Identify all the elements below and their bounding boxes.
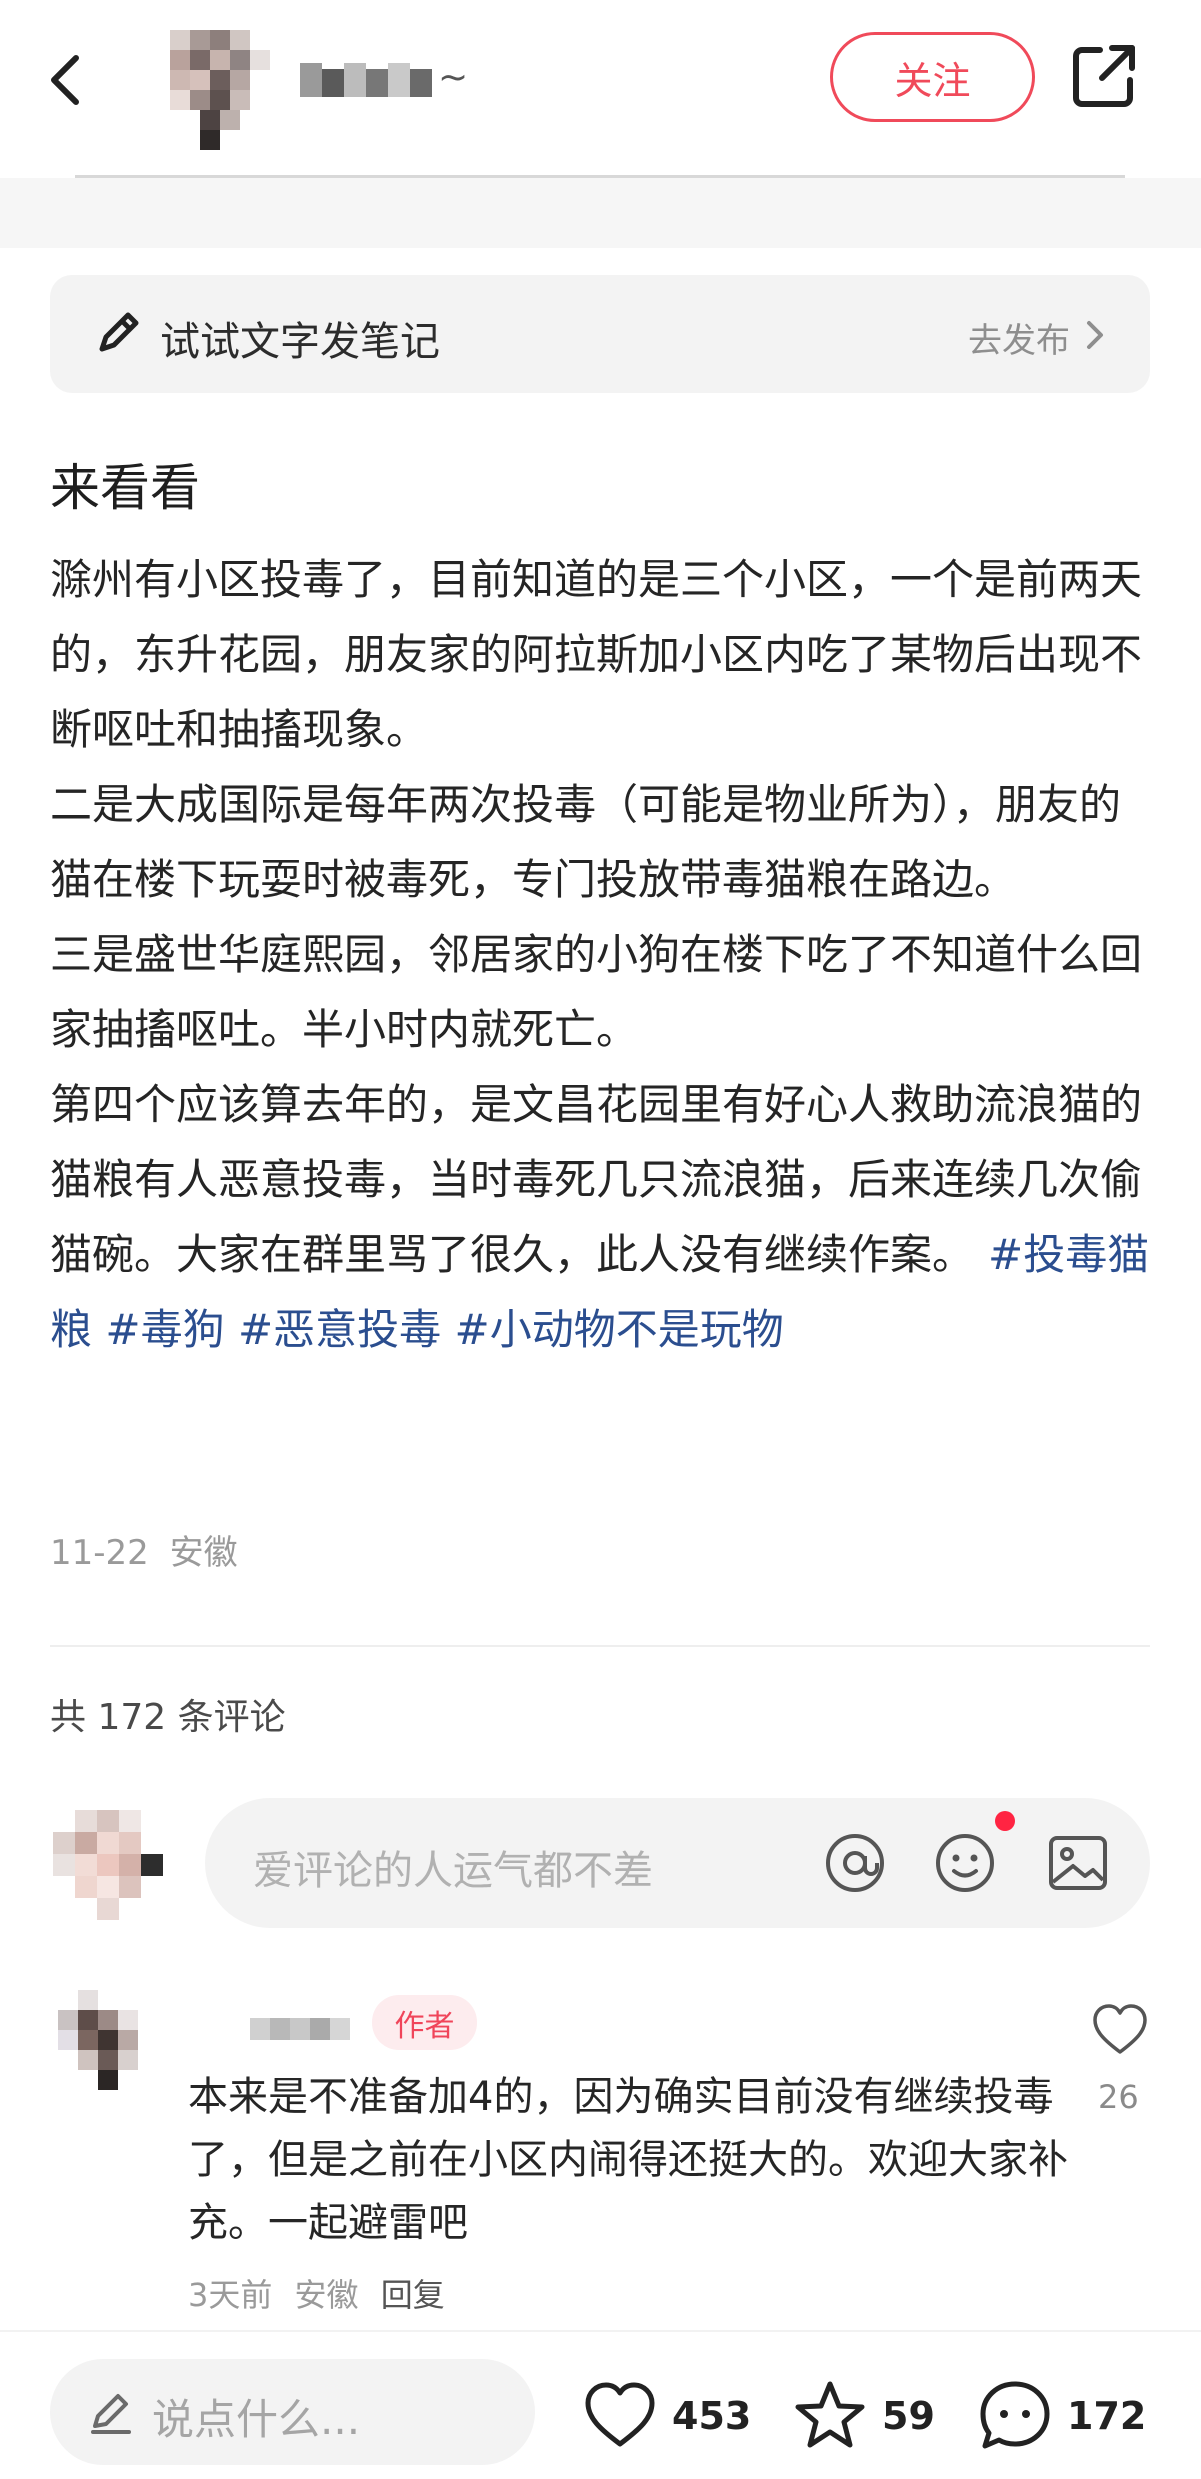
- write-note-label: 试试文字发笔记: [160, 319, 440, 365]
- nickname-suffix: ~: [438, 57, 469, 98]
- comment-like-count: 26: [1098, 2078, 1139, 2116]
- pen-icon: [91, 2394, 131, 2434]
- post-meta: 11-22 安徽: [50, 1525, 238, 1574]
- pencil-icon: [99, 312, 139, 352]
- like-count: 453: [672, 2394, 752, 2438]
- comment-input-placeholder: 爱评论的人运气都不差: [253, 1848, 653, 1894]
- bottom-action-bar: 说点什么... 453 59 172: [0, 2330, 1201, 2479]
- top-bar: ~ 关注: [0, 0, 1201, 160]
- heart-icon: [585, 2382, 655, 2447]
- follow-button[interactable]: 关注: [830, 32, 1035, 122]
- comment-count-bottom: 172: [1067, 2394, 1147, 2438]
- notification-dot: [995, 1811, 1015, 1831]
- star-icon: [795, 2381, 865, 2448]
- comment-location: 安徽: [294, 2276, 359, 2314]
- comment-bubble-icon: [980, 2381, 1050, 2449]
- post-location: 安徽: [169, 1533, 238, 1573]
- collect-count: 59: [882, 2394, 935, 2438]
- publish-link[interactable]: 去发布: [968, 313, 1070, 362]
- heart-icon[interactable]: [1090, 2000, 1150, 2060]
- hashtag-link[interactable]: #毒狗: [105, 1305, 224, 1354]
- bottom-input-placeholder: 说点什么...: [152, 2395, 361, 2444]
- post-body: 滁州有小区投毒了，目前知道的是三个小区，一个是前两天的，东升花园，朋友家的阿拉斯…: [50, 542, 1160, 1367]
- author-nickname[interactable]: ~: [300, 55, 480, 105]
- share-external-icon: [1073, 45, 1135, 107]
- comment-text[interactable]: 本来是不准备加4的，因为确实目前没有继续投毒了，但是之前在小区内闹得还挺大的。欢…: [188, 2066, 1068, 2255]
- reply-button[interactable]: 回复: [381, 2276, 445, 2314]
- emoji-icon[interactable]: [930, 1828, 1000, 1898]
- write-note-bar[interactable]: 试试文字发笔记 去发布: [50, 275, 1150, 393]
- post-paragraph-text: 第四个应该算去年的，是文昌花园里有好心人救助流浪猫的猫粮有人恶意投毒，当时毒死几…: [50, 1080, 1143, 1279]
- image-icon[interactable]: [1043, 1828, 1113, 1898]
- comment-meta: 3天前 安徽 回复: [188, 2270, 445, 2316]
- collect-button[interactable]: 59: [790, 2376, 935, 2456]
- comment-time: 3天前: [188, 2276, 273, 2314]
- chevron-right-icon: [1087, 321, 1103, 349]
- author-avatar[interactable]: [150, 20, 280, 170]
- comment-count: 共 172 条评论: [50, 1697, 286, 1738]
- post-paragraph: 二是大成国际是每年两次投毒（可能是物业所为），朋友的猫在楼下玩耍时被毒死，专门投…: [50, 780, 1122, 904]
- post-paragraph: 滁州有小区投毒了，目前知道的是三个小区，一个是前两天的，东升花园，朋友家的阿拉斯…: [50, 555, 1143, 754]
- post-paragraph: 三是盛世华庭熙园，邻居家的小狗在楼下吃了不知道什么回家抽搐呕吐。半小时内就死亡。: [50, 930, 1143, 1054]
- section-gap: [0, 178, 1201, 248]
- post-paragraph: 第四个应该算去年的，是文昌花园里有好心人救助流浪猫的猫粮有人恶意投毒，当时毒死几…: [50, 1067, 1160, 1367]
- bottom-comment-input[interactable]: 说点什么...: [50, 2359, 535, 2465]
- like-button[interactable]: 453: [580, 2376, 751, 2456]
- commenter-avatar[interactable]: [50, 1990, 180, 2120]
- post-title: 来看看: [50, 459, 200, 517]
- back-button[interactable]: [40, 40, 100, 120]
- my-avatar[interactable]: [50, 1810, 180, 1920]
- comment-input[interactable]: 爱评论的人运气都不差: [205, 1798, 1150, 1928]
- share-button[interactable]: [1070, 40, 1140, 112]
- hashtag-link[interactable]: #小动物不是玩物: [455, 1305, 784, 1354]
- at-icon[interactable]: [820, 1828, 890, 1898]
- comment-button[interactable]: 172: [975, 2376, 1146, 2456]
- post-date: 11-22: [50, 1533, 149, 1573]
- chevron-left-icon: [51, 55, 79, 105]
- content-divider: [50, 1645, 1150, 1647]
- author-badge: 作者: [372, 1995, 477, 2050]
- commenter-name[interactable]: [250, 2010, 350, 2046]
- hashtag-link[interactable]: #恶意投毒: [238, 1305, 441, 1354]
